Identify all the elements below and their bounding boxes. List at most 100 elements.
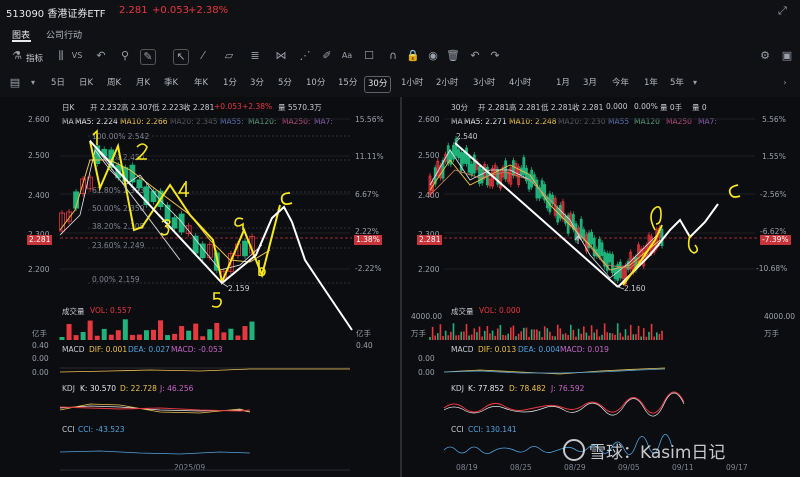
price-change-pct: +2.38% [188,5,229,16]
left-macd-value: MACD: -0.053 [171,345,223,354]
left-volume: 量 5570.3万 [278,103,322,112]
left-chart-panel[interactable]: 日K 开 2.232 高 2.307 低 2.223 收 2.281 +0.05… [0,97,400,477]
cursor-icon[interactable]: ↖ [173,49,189,65]
fullscreen-icon[interactable]: ⤢ [778,4,787,18]
measure-tool-icon[interactable]: ⋈ [274,49,288,63]
right-ma20: MA20: 2.230 [558,117,606,126]
indicator-button[interactable]: 指标 [26,52,43,64]
left-macd-axis: 0.00 [32,368,49,377]
period-19[interactable]: 1年 [641,76,661,91]
undo-icon[interactable]: ↶ [468,49,482,63]
right-price-tag: 2.281 [417,235,443,245]
candle-type-icon[interactable]: ⫼ [54,49,68,63]
period-7[interactable]: 3分 [247,76,267,91]
right-cci-label: CCI [451,425,464,434]
right-y-tick: 2.600 [418,115,440,124]
left-ma55: MA55: [220,117,244,126]
gear-icon[interactable]: ⚙ [758,49,772,63]
left-cci-label: CCI [62,425,75,434]
shape-tool-icon[interactable]: ▱ [222,49,236,63]
left-date-axis: 2025/09 [174,463,206,472]
layout-icon[interactable]: ▣ [780,49,794,63]
tab-corporate-actions[interactable]: 公司行动 [46,28,82,41]
fib-tool-icon[interactable]: ≣ [248,49,262,63]
right-high-marker: 2.540 [456,132,478,141]
indicator-icon[interactable]: ⚗ [10,49,24,63]
right-date-tick: 08/25 [510,463,532,472]
period-20[interactable]: 5年 [667,76,687,91]
period-6[interactable]: 1分 [220,76,240,91]
left-kdj-k: K: 30.570 [80,384,117,393]
left-kdj-label: KDJ [62,384,75,393]
left-price-tag: 2.281 [27,235,53,245]
period-13[interactable]: 2小时 [433,76,461,91]
period-12[interactable]: 1小时 [398,76,426,91]
pen-icon[interactable]: ✎ [140,49,156,65]
left-y-tick: 2.600 [28,115,50,124]
redo-icon[interactable]: ↷ [488,49,502,63]
right-ma10: MA10: 2.248 [509,117,557,126]
left-pct-tag: 1.38% [354,235,382,245]
sidebar-toggle-icon[interactable]: ▤ [8,76,22,90]
chevron-down-icon[interactable]: ▾ [26,76,40,90]
period-15[interactable]: 4小时 [506,76,534,91]
chart-settings-icon[interactable]: ⚲ [118,49,132,63]
fib-level: 23.60% 2.249 [92,241,145,250]
right-cci-value: CCI: 130.141 [468,425,517,434]
pattern-tool-icon[interactable]: ⋰ [298,49,312,63]
magnet-icon[interactable]: ∩ [386,49,400,63]
right-macd-axis: 0.00 [418,368,435,377]
right-ma-label: MA [451,117,463,126]
left-pct-tick: 11.11% [355,152,384,161]
text-tool-icon[interactable]: Aa [340,49,354,63]
right-ma120: MA120 [634,117,660,126]
note-tool-icon[interactable]: ☐ [362,49,376,63]
left-ma120: MA120: [248,117,277,126]
compare-icon[interactable]: VS [70,49,84,63]
period-4[interactable]: 季K [161,76,181,91]
more-icon[interactable]: › [778,76,792,90]
right-pct: 0.00% [634,102,658,111]
right-ma5: MA5: 2.271 [464,117,507,126]
trash-icon[interactable]: 🗑 [446,49,460,63]
tab-bar: 图表 公司行动 [0,22,800,44]
period-8[interactable]: 5分 [275,76,295,91]
left-vol-label: 成交量 [62,307,85,316]
period-5[interactable]: 年K [191,76,211,91]
visibility-icon[interactable]: ◉ [426,49,440,63]
right-high: 高 2.281 [509,103,541,112]
period-10[interactable]: 15分 [335,76,360,91]
period-1[interactable]: 日K [76,76,96,91]
period-16[interactable]: 1月 [553,76,573,91]
period-2[interactable]: 周K [104,76,124,91]
right-low: 低 2.281 [541,103,573,112]
period-17[interactable]: 3月 [580,76,600,91]
right-macd-value: MACD: 0.019 [560,345,609,354]
period-11[interactable]: 30分 [364,76,392,93]
period-9[interactable]: 10分 [303,76,328,91]
brush-tool-icon[interactable]: ✐ [320,49,334,63]
right-kdj-label: KDJ [451,384,464,393]
left-macd-dea: DEA: 0.027 [128,345,170,354]
lock-icon[interactable]: 🔒 [406,49,420,63]
right-kdj-j: J: 76.592 [551,384,585,393]
right-chart-panel[interactable]: 30分 开 2.281 高 2.281 低 2.281 收 2.281 0.00… [402,97,800,477]
period-0[interactable]: 5日 [48,76,68,91]
left-kdj-j: J: 46.256 [160,384,194,393]
right-vol-value: VOL: 0.000 [479,306,521,315]
left-kdj-d: D: 22.728 [120,384,157,393]
right-date-tick: 08/19 [456,463,478,472]
right-pct-tag: -7.39% [760,235,791,245]
chevron-down-icon[interactable]: ▾ [688,76,702,90]
period-18[interactable]: 今年 [609,76,632,91]
right-ma250: MA250 [666,117,692,126]
line-tool-icon[interactable]: ⁄ [196,49,210,63]
period-selector: ▤ ▾ 5日 日K 周K 月K 季K 年K 1分 3分 5分 10分 15分 30分 1小时 2小时 3小时… [0,72,800,94]
right-kdj-d: D: 78.482 [509,384,546,393]
undo-redo-icon[interactable]: ↶ [94,49,108,63]
fib-level: 50.00% 2.350 [92,204,145,213]
right-ma7: MA7: [698,117,717,126]
period-3[interactable]: 月K [133,76,153,91]
period-14[interactable]: 3小时 [470,76,498,91]
right-kdj-k: K: 77.852 [468,384,505,393]
